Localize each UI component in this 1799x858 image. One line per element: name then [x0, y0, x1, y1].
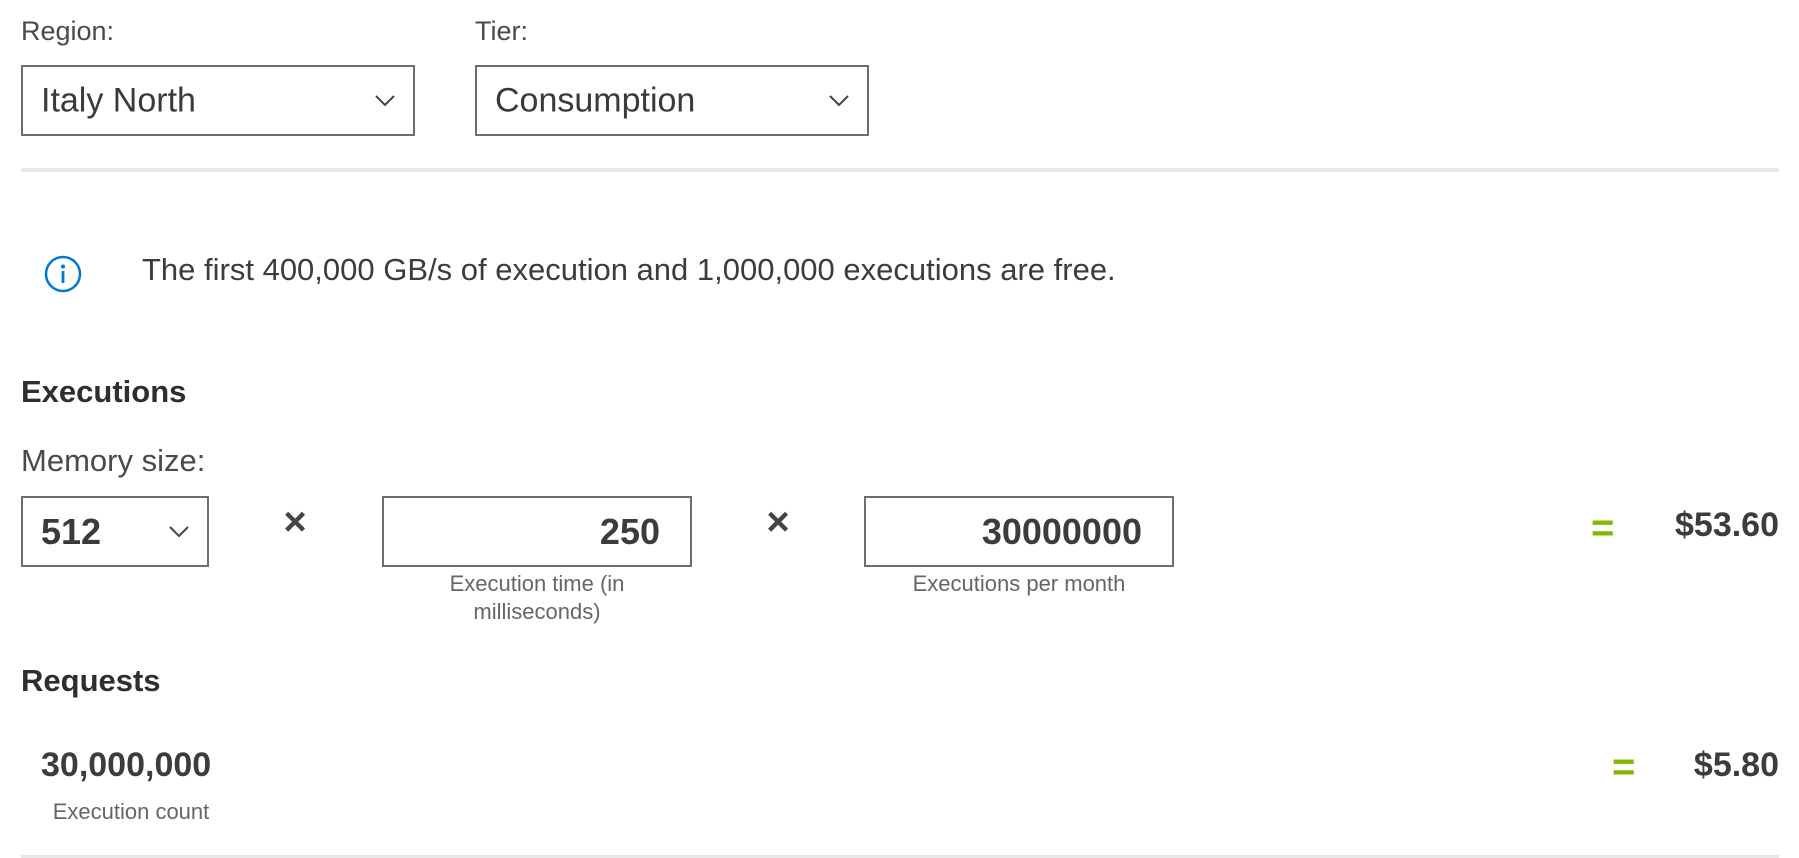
chevron-down-icon — [169, 525, 189, 537]
free-tier-info-text: The first 400,000 GB/s of execution and … — [142, 252, 1116, 287]
execution-count-value: 30,000,000 — [41, 746, 212, 784]
execution-time-caption: Execution time (in milliseconds) — [382, 570, 692, 626]
execution-time-input[interactable] — [382, 496, 692, 567]
memory-size-label: Memory size: — [21, 443, 206, 478]
tier-select-value: Consumption — [495, 81, 696, 119]
executions-total-price: $53.60 — [1675, 506, 1779, 544]
executions-per-month-input[interactable] — [864, 496, 1174, 567]
executions-heading: Executions — [21, 374, 187, 409]
equals-sign: = — [1612, 745, 1636, 789]
region-select[interactable]: Italy North — [21, 65, 415, 136]
chevron-down-icon — [375, 94, 395, 106]
multiply-operator: × — [766, 500, 790, 544]
requests-total-price: $5.80 — [1693, 746, 1779, 784]
equals-sign: = — [1591, 506, 1615, 550]
execution-count-caption: Execution count — [52, 799, 210, 824]
chevron-down-icon — [829, 94, 849, 106]
tier-label: Tier: — [475, 16, 528, 46]
region-select-value: Italy North — [41, 81, 196, 119]
multiply-operator: × — [283, 500, 307, 544]
execution-time-caption-line2: milliseconds) — [473, 599, 601, 624]
region-label: Region: — [21, 16, 115, 46]
memory-size-select[interactable]: 512 — [21, 496, 209, 567]
info-icon — [44, 255, 82, 293]
memory-size-value: 512 — [41, 510, 102, 552]
execution-time-caption-line1: Execution time (in — [449, 571, 625, 596]
requests-heading: Requests — [21, 663, 161, 698]
executions-per-month-caption: Executions per month — [912, 571, 1126, 596]
tier-select[interactable]: Consumption — [475, 65, 869, 136]
section-divider — [21, 168, 1779, 172]
